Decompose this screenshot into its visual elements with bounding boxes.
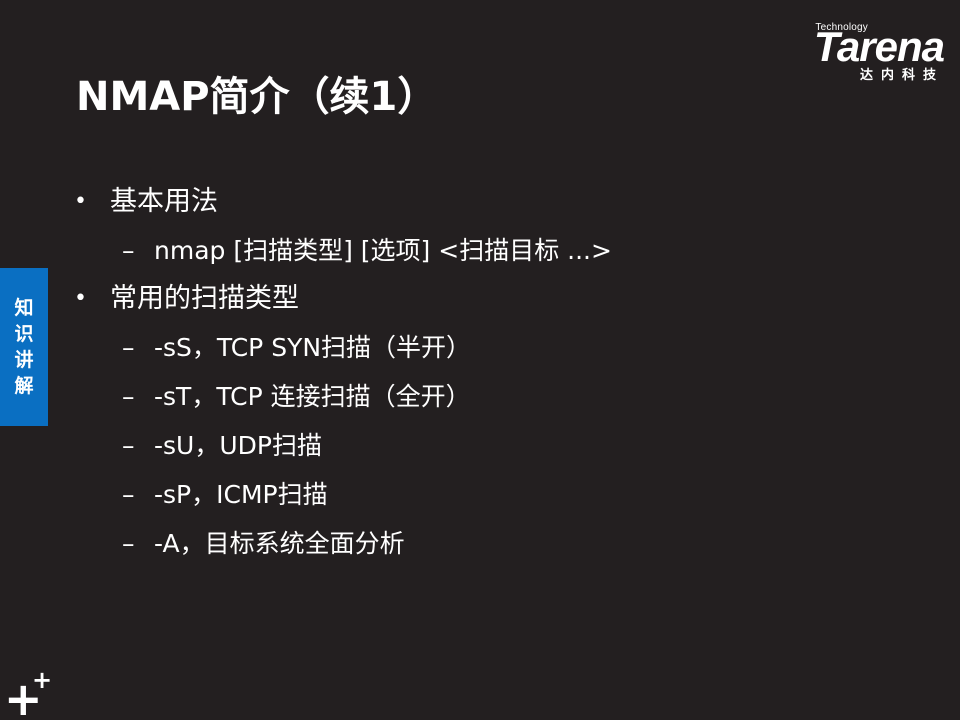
slide-content: • 基本用法 – nmap [扫描类型] [选项] <扫描目标 ...> • 常… [74, 178, 874, 568]
logo-chinese-name: 达内科技 [859, 68, 944, 83]
bullet-icon: • [74, 286, 87, 311]
sub-item-text: -sT，TCP 连接扫描（全开） [154, 382, 471, 411]
dash-icon: – [122, 333, 135, 362]
dash-icon: – [122, 382, 135, 411]
bullet-icon: • [74, 189, 87, 214]
side-tab-char: 识 [14, 323, 34, 345]
dash-icon: – [122, 431, 135, 460]
bullet-text: 基本用法 [110, 186, 218, 217]
sub-item-text: -A，目标系统全面分析 [154, 529, 405, 558]
dash-icon: – [122, 480, 135, 509]
dash-icon: – [122, 529, 135, 558]
sub-item: – -sS，TCP SYN扫描（半开） [74, 323, 874, 372]
sub-item: – -sU，UDP扫描 [74, 421, 874, 470]
sub-item-text: -sS，TCP SYN扫描（半开） [154, 333, 472, 362]
side-tab-char: 解 [14, 375, 34, 397]
bullet-text: 常用的扫描类型 [110, 283, 299, 314]
sub-item: – -sT，TCP 连接扫描（全开） [74, 372, 874, 421]
sub-item: – -A，目标系统全面分析 [74, 519, 874, 568]
slide-title: NMAP简介（续1） [76, 74, 438, 120]
plus-small-icon: + [32, 666, 53, 694]
bullet-item: • 基本用法 [74, 178, 874, 226]
sub-item-text: -sP，ICMP扫描 [154, 480, 328, 509]
tarena-logo: Technology Tarena 达内科技 [784, 22, 945, 84]
side-tab-char: 知 [14, 297, 34, 319]
section-tab-knowledge: 知 识 讲 解 [0, 268, 48, 426]
sub-item: – nmap [扫描类型] [选项] <扫描目标 ...> [74, 226, 874, 275]
dash-icon: – [122, 236, 135, 265]
sub-item-text: nmap [扫描类型] [选项] <扫描目标 ...> [154, 236, 612, 265]
sub-item: – -sP，ICMP扫描 [74, 470, 874, 519]
sub-item-text: -sU，UDP扫描 [154, 431, 322, 460]
logo-brand: Tarena [813, 23, 945, 70]
slide: Technology Tarena 达内科技 NMAP简介（续1） 知 识 讲 … [0, 0, 960, 720]
bullet-item: • 常用的扫描类型 [74, 275, 874, 323]
side-tab-char: 讲 [14, 349, 34, 371]
